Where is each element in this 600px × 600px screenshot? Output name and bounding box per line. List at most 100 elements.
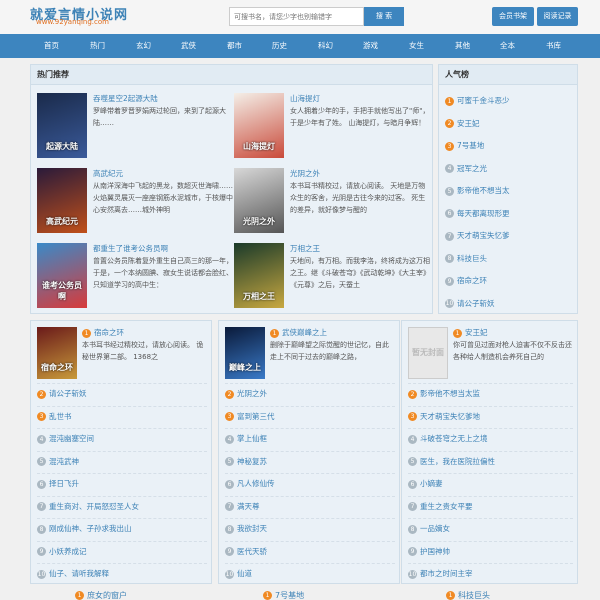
- category-list-item[interactable]: 3 乱世书: [37, 405, 207, 426]
- featured-book-title-text[interactable]: 宿命之环: [94, 328, 124, 337]
- category-list-item[interactable]: 3 天才萌宝失忆爹地: [408, 405, 573, 426]
- featured-book-title-text[interactable]: 武侠巅峰之上: [282, 328, 327, 337]
- category-list-item[interactable]: 10 仙道: [225, 563, 395, 583]
- ranking-item[interactable]: 10 请公子斩妖: [445, 297, 495, 311]
- category-list-item[interactable]: 4 斗破苍穹之无上之境: [408, 428, 573, 448]
- bottom-book-item[interactable]: 1 庶女的窗户: [75, 590, 127, 600]
- ranking-item-title[interactable]: 可蜜千金斗恶少: [457, 96, 510, 105]
- book-cover[interactable]: 光阴之外: [234, 168, 284, 233]
- nav-item[interactable]: 游戏: [363, 34, 378, 58]
- ranking-item[interactable]: 6 每天都离现形更: [445, 207, 510, 221]
- bottom-book-title[interactable]: 科技巨头: [458, 591, 490, 600]
- category-list-item-title[interactable]: 刚成仙神、子孙求我出山: [49, 524, 132, 533]
- category-list-item-title[interactable]: 天才萌宝失忆爹地: [420, 412, 480, 421]
- nav-item[interactable]: 都市: [227, 34, 242, 58]
- book-title[interactable]: 吞噬星空2起源大陆: [93, 93, 158, 104]
- book-title[interactable]: 光阴之外: [290, 168, 320, 179]
- bottom-book-item[interactable]: 1 科技巨头: [446, 590, 490, 600]
- nav-item[interactable]: 女生: [409, 34, 424, 58]
- category-list-item[interactable]: 2 请公子斩妖: [37, 383, 207, 403]
- reading-history-button[interactable]: 阅读记录: [537, 7, 578, 26]
- ranking-item[interactable]: 7 天才萌宝失忆爹: [445, 229, 510, 243]
- category-list-item-title[interactable]: 我欲封天: [237, 524, 267, 533]
- book-cover[interactable]: 宿命之环: [37, 327, 77, 379]
- ranking-item-title[interactable]: 安王妃: [457, 119, 480, 128]
- ranking-item-title[interactable]: 每天都离现形更: [457, 209, 510, 218]
- category-list-item-title[interactable]: 医生，我在医院拉偏性: [420, 457, 495, 466]
- category-list-item[interactable]: 10 仙子、请听我解释: [37, 563, 207, 583]
- book-title[interactable]: 高武纪元: [93, 168, 123, 179]
- category-list-item-title[interactable]: 富到第三代: [237, 412, 275, 421]
- category-list-item-title[interactable]: 斗破苍穹之无上之境: [420, 434, 488, 443]
- hot-book-item[interactable]: 万相之王 万相之王 天地间，有万相。而我李洛，终将成为这万相之王。继《斗破苍穹》《武…: [234, 243, 434, 315]
- category-list-item[interactable]: 3 富到第三代: [225, 405, 395, 426]
- ranking-item[interactable]: 3 7号基地: [445, 139, 484, 153]
- category-list-item[interactable]: 7 满天尊: [225, 495, 395, 516]
- bottom-book-item[interactable]: 1 7号基地: [263, 590, 304, 600]
- book-cover[interactable]: 万相之王: [234, 243, 284, 308]
- nav-item[interactable]: 其他: [455, 34, 470, 58]
- search-button[interactable]: 搜 索: [364, 7, 404, 26]
- book-cover[interactable]: 暂无封面: [408, 327, 448, 379]
- category-list-item[interactable]: 9 护国神帅: [408, 540, 573, 561]
- book-title[interactable]: 都重生了谁考公务员啊: [93, 243, 168, 254]
- nav-item[interactable]: 全本: [500, 34, 515, 58]
- featured-book[interactable]: 暂无封面 1 安王妃 你可曾见过面对枪人迫害不仅不反击还各种给人制造机会养死自己的: [408, 327, 578, 382]
- featured-book-title[interactable]: 1 安王妃: [453, 327, 488, 338]
- featured-book-title[interactable]: 1 宿命之环: [82, 327, 124, 338]
- book-title[interactable]: 万相之王: [290, 243, 320, 254]
- nav-item[interactable]: 热门: [90, 34, 105, 58]
- category-list-item[interactable]: 5 混沌武神: [37, 450, 207, 471]
- ranking-item[interactable]: 8 科技巨头: [445, 252, 487, 266]
- category-list-item-title[interactable]: 仙道: [237, 569, 252, 578]
- category-list-item-title[interactable]: 乱世书: [49, 412, 72, 421]
- book-cover[interactable]: 山海提灯: [234, 93, 284, 158]
- category-list-item[interactable]: 4 掌上仙框: [225, 428, 395, 448]
- category-list-item-title[interactable]: 择日飞升: [49, 479, 79, 488]
- search-input[interactable]: [229, 7, 364, 26]
- book-title[interactable]: 山海提灯: [290, 93, 320, 104]
- nav-item[interactable]: 历史: [272, 34, 287, 58]
- category-list-item[interactable]: 6 小嫡妻: [408, 473, 573, 493]
- ranking-item-title[interactable]: 冠军之光: [457, 164, 487, 173]
- nav-item[interactable]: 武侠: [181, 34, 196, 58]
- category-list-item-title[interactable]: 请公子斩妖: [49, 389, 87, 398]
- category-list-item-title[interactable]: 小嫡妻: [420, 479, 443, 488]
- nav-item[interactable]: 科幻: [318, 34, 333, 58]
- category-list-item-title[interactable]: 仙子、请听我解释: [49, 569, 109, 578]
- category-list-item[interactable]: 4 混沌幽塞空间: [37, 428, 207, 448]
- category-list-item[interactable]: 9 医代天骄: [225, 540, 395, 561]
- category-list-item-title[interactable]: 凡人修仙传: [237, 479, 275, 488]
- book-cover[interactable]: 巅峰之上: [225, 327, 265, 379]
- ranking-item-title[interactable]: 宿命之环: [457, 276, 487, 285]
- category-list-item-title[interactable]: 掌上仙框: [237, 434, 267, 443]
- category-list-item[interactable]: 8 一品嫡女: [408, 518, 573, 538]
- ranking-item-title[interactable]: 请公子斩妖: [457, 299, 495, 308]
- category-list-item-title[interactable]: 混沌武神: [49, 457, 79, 466]
- book-cover[interactable]: 高武纪元: [37, 168, 87, 233]
- ranking-item-title[interactable]: 影帝他不想当太: [457, 186, 510, 195]
- category-list-item[interactable]: 9 小妖养成记: [37, 540, 207, 561]
- ranking-item-title[interactable]: 天才萌宝失忆爹: [457, 231, 510, 240]
- category-list-item-title[interactable]: 医代天骄: [237, 547, 267, 556]
- nav-item[interactable]: 玄幻: [136, 34, 151, 58]
- category-list-item[interactable]: 5 医生，我在医院拉偏性: [408, 450, 573, 471]
- bookshelf-button[interactable]: 会员书架: [492, 7, 534, 26]
- category-list-item-title[interactable]: 护国神帅: [420, 547, 450, 556]
- category-list-item-title[interactable]: 一品嫡女: [420, 524, 450, 533]
- category-list-item-title[interactable]: 都市之时间主宰: [420, 569, 473, 578]
- featured-book[interactable]: 宿命之环 1 宿命之环 本书耳书经过精校过，请放心阅读。 诡秘世界第二部。 1368之: [37, 327, 207, 382]
- bottom-book-title[interactable]: 7号基地: [275, 591, 304, 600]
- hot-book-item[interactable]: 起源大陆 吞噬星空2起源大陆 罗峰带着罗晋罗娟两过轮回，来到了起源大陆……: [37, 93, 237, 165]
- featured-book-title[interactable]: 1 武侠巅峰之上: [270, 327, 327, 338]
- category-list-item-title[interactable]: 神秘复苏: [237, 457, 267, 466]
- category-list-item-title[interactable]: 影帝他不想当太监: [420, 389, 480, 398]
- category-list-item[interactable]: 5 神秘复苏: [225, 450, 395, 471]
- category-list-item[interactable]: 8 我欲封天: [225, 518, 395, 538]
- hot-book-item[interactable]: 谁考公务员啊 都重生了谁考公务员啊 曾置公务员陈着复外重生自己高三的那一年， 于是，…: [37, 243, 237, 315]
- ranking-item[interactable]: 9 宿命之环: [445, 274, 487, 288]
- nav-item[interactable]: 书库: [546, 34, 561, 58]
- category-list-item-title[interactable]: 重生之贵女平要: [420, 502, 473, 511]
- ranking-item[interactable]: 4 冠军之光: [445, 162, 487, 176]
- hot-book-item[interactable]: 光阴之外 光阴之外 本书耳书精校过，请放心阅读。 天地是万物众生的客舍，光阴是古往今…: [234, 168, 434, 240]
